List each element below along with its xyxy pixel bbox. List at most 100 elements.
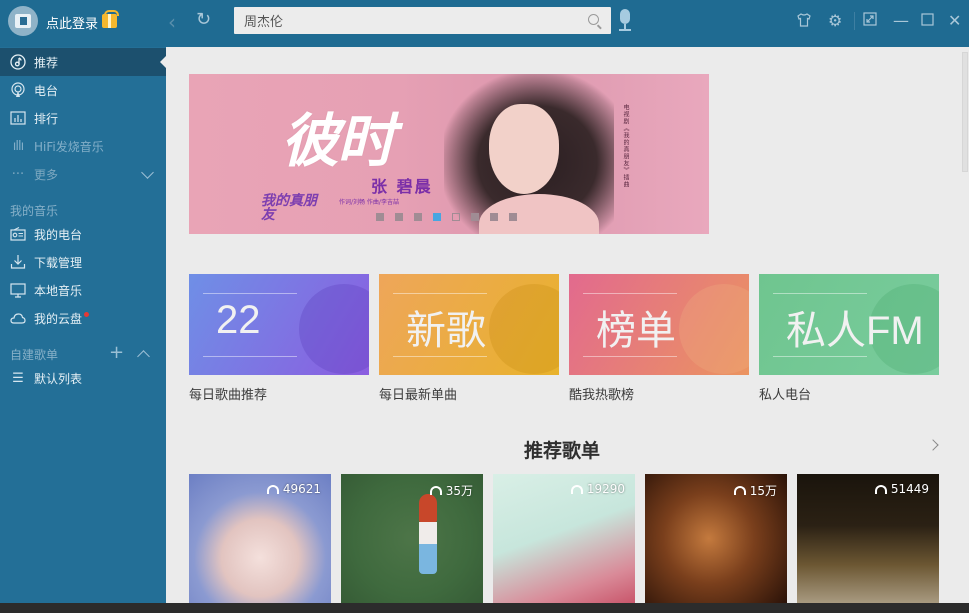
divider (854, 12, 855, 30)
banner-title: 彼时 (281, 107, 395, 175)
category-label[interactable]: 私人电台 (759, 384, 811, 403)
headphones-icon (874, 484, 887, 494)
playlist-card[interactable]: 49621 (189, 474, 331, 603)
banner-credits: 作词/刘畅 作曲/李吉喆 (339, 199, 399, 206)
category-label[interactable]: 每日最新单曲 (379, 384, 457, 403)
play-count: 35万 (429, 482, 473, 499)
banner-carousel[interactable]: 彼时 张 碧晨 作词/刘畅 作曲/李吉喆 我的真朋友 电视剧《我的真朋友》插曲 (189, 74, 709, 234)
chevron-right-icon[interactable] (927, 439, 939, 451)
category-card-new-songs[interactable]: 新歌 (379, 274, 559, 375)
category-label[interactable]: 每日歌曲推荐 (189, 384, 267, 403)
mic-icon[interactable] (618, 9, 632, 33)
radio-icon (10, 82, 26, 98)
list-icon: ☰ (12, 370, 24, 386)
soundwave-icon: ıllı (12, 138, 24, 154)
sidebar-item-label: 下载管理 (34, 255, 83, 270)
cloud-icon (10, 310, 26, 326)
sidebar-item-default-list[interactable]: ☰ 默认列表 (0, 364, 166, 392)
playlist-card[interactable]: 51449 (797, 474, 939, 603)
divider (773, 356, 867, 357)
carousel-dots (376, 213, 517, 221)
playlist-card[interactable]: 15万 (645, 474, 787, 603)
minimize-icon[interactable]: — (893, 12, 909, 30)
my-radio-icon (10, 226, 26, 242)
carousel-dot[interactable] (414, 213, 422, 221)
play-count: 51449 (874, 482, 929, 496)
playlist-card[interactable]: 35万 (341, 474, 483, 603)
player-bar (0, 603, 969, 613)
avatar[interactable] (8, 6, 38, 36)
headphones-icon (570, 484, 583, 494)
category-card-charts[interactable]: 榜单 (569, 274, 749, 375)
popsicle-image (419, 522, 437, 544)
mini-mode-icon[interactable] (863, 12, 877, 30)
sidebar-item-label: 默认列表 (34, 371, 83, 386)
divider (203, 356, 297, 357)
category-card-title: 新歌 (406, 309, 486, 353)
carousel-dot[interactable] (509, 213, 517, 221)
category-card-daily[interactable]: 22 (189, 274, 369, 375)
sidebar-item-hifi[interactable]: ıllı HiFi发烧音乐 (0, 132, 166, 160)
search-icon[interactable] (588, 14, 599, 25)
search-input[interactable] (244, 11, 574, 30)
monitor-icon (10, 282, 26, 298)
maximize-icon[interactable] (921, 12, 934, 30)
title-bar: 点此登录 ‹ ↻ ⚙ — ✕ (0, 0, 969, 47)
scrollbar[interactable] (962, 52, 968, 172)
notification-badge (84, 311, 90, 317)
playlist-card[interactable]: 19290 (493, 474, 635, 603)
sidebar-item-label: 电台 (34, 83, 59, 98)
sidebar-item-label: 推荐 (34, 55, 59, 70)
divider (773, 293, 867, 294)
sidebar-item-label: HiFi发烧音乐 (34, 139, 104, 154)
category-card-title: 榜单 (596, 309, 676, 353)
chevron-up-icon[interactable] (137, 350, 150, 363)
play-count: 49621 (266, 482, 321, 496)
divider (393, 356, 487, 357)
card-decoration (679, 284, 749, 374)
carousel-dot[interactable] (490, 213, 498, 221)
gift-icon[interactable] (102, 10, 119, 28)
section-title-playlists: 自建歌单 (10, 348, 59, 362)
play-count: 15万 (733, 482, 777, 499)
skin-icon[interactable] (796, 12, 812, 32)
chart-icon (10, 110, 26, 126)
sidebar-item-charts[interactable]: 排行 (0, 104, 166, 132)
back-icon[interactable]: ‹ (168, 10, 176, 34)
sidebar-item-more[interactable]: ··· 更多 (0, 160, 166, 188)
carousel-dot[interactable] (376, 213, 384, 221)
section-title-my-music: 我的音乐 (10, 204, 59, 218)
sidebar-item-local-music[interactable]: 本地音乐 (0, 276, 166, 304)
refresh-icon[interactable]: ↻ (196, 9, 211, 30)
category-label[interactable]: 酷我热歌榜 (569, 384, 634, 403)
chevron-down-icon[interactable] (141, 166, 154, 179)
carousel-dot[interactable] (471, 213, 479, 221)
headphones-icon (266, 484, 279, 494)
banner-vertical-text: 电视剧《我的真朋友》插曲 (622, 104, 629, 188)
carousel-dot[interactable] (433, 213, 441, 221)
category-card-title: 22 (216, 298, 261, 342)
sidebar-item-label: 本地音乐 (34, 283, 83, 298)
banner-show-logo: 我的真朋友 (261, 193, 317, 223)
login-link[interactable]: 点此登录 (46, 13, 98, 32)
close-icon[interactable]: ✕ (948, 12, 961, 30)
category-card-fm[interactable]: 私人FM (759, 274, 939, 375)
headphones-icon (429, 486, 442, 495)
sidebar-item-radio[interactable]: 电台 (0, 76, 166, 104)
sidebar-item-label: 更多 (34, 167, 59, 182)
sidebar-item-downloads[interactable]: 下载管理 (0, 248, 166, 276)
settings-icon[interactable]: ⚙ (828, 12, 842, 30)
banner-artist-face (489, 104, 559, 194)
sidebar-item-cloud[interactable]: 我的云盘 (0, 304, 166, 332)
sidebar-item-recommend[interactable]: 推荐 (0, 48, 166, 76)
carousel-dot[interactable] (452, 213, 460, 221)
add-playlist-button[interactable]: + (109, 344, 124, 362)
carousel-dot[interactable] (395, 213, 403, 221)
divider (203, 293, 297, 294)
search-box (234, 7, 611, 34)
sidebar-item-my-radio[interactable]: 我的电台 (0, 220, 166, 248)
divider (583, 356, 677, 357)
sidebar-item-label: 排行 (34, 111, 59, 126)
music-note-icon (10, 54, 26, 70)
popsicle-image (419, 544, 437, 574)
